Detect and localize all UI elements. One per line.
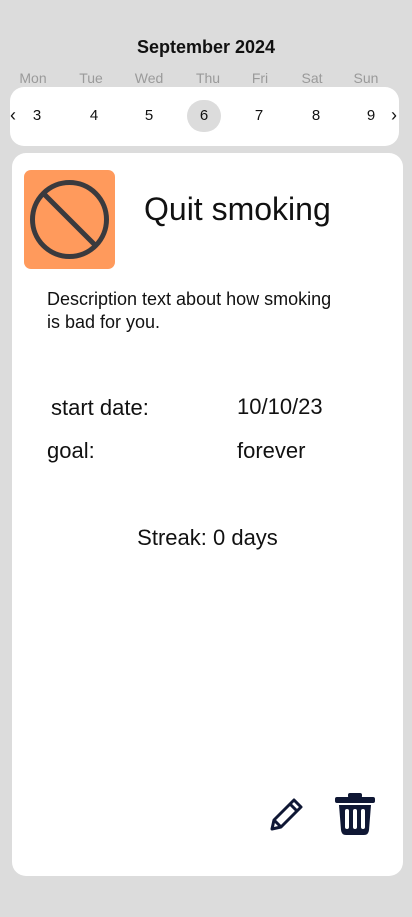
trash-icon [335,793,375,835]
habit-title: Quit smoking [144,191,331,227]
start-date-value: 10/10/23 [237,394,323,419]
no-entry-icon [30,180,109,259]
previous-week-button[interactable]: ‹ [10,105,16,126]
day-3[interactable]: 3 [20,100,54,132]
day-6-selected[interactable]: 6 [187,100,221,132]
weekday-label: Fri [251,70,269,86]
weekday-label: Sun [353,70,379,86]
weekday-label: Thu [195,70,221,86]
goal-label: goal: [47,438,95,463]
next-week-button[interactable]: › [391,105,397,126]
start-date-label: start date: [51,395,149,420]
day-9[interactable]: 9 [354,100,388,132]
weekday-header: Mon Tue Wed Thu Fri Sat Sun [0,70,412,86]
weekday-label: Wed [134,70,164,86]
weekday-label: Tue [79,70,103,86]
edit-button[interactable] [269,796,305,837]
habit-description: Description text about how smoking is ba… [47,289,332,332]
month-title: September 2024 [136,37,276,57]
goal-value: forever [237,438,306,463]
weekday-label: Sat [301,70,323,86]
pencil-icon [270,798,303,831]
day-8[interactable]: 8 [299,100,333,132]
day-5[interactable]: 5 [132,100,166,132]
streak-text: Streak: 0 days [137,525,278,550]
habit-card: Quit smoking Description text about how … [12,153,403,876]
delete-button[interactable] [334,791,376,841]
day-7[interactable]: 7 [242,100,276,132]
habit-icon-tile [24,170,115,269]
weekday-label: Mon [19,70,47,86]
day-4[interactable]: 4 [77,100,111,132]
date-strip: ‹ 3 4 5 6 7 8 9 › [10,87,399,146]
